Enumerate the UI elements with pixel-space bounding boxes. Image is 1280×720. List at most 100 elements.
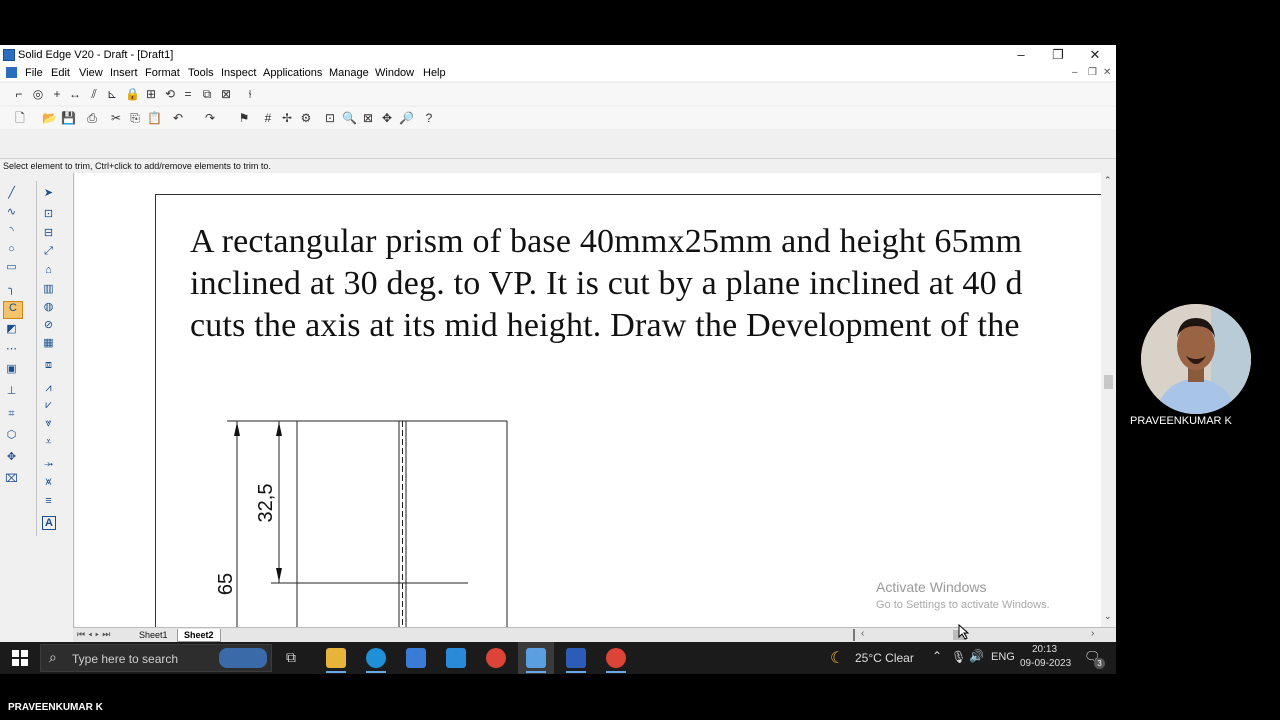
fill-tool-icon[interactable]: ◩ xyxy=(5,323,18,335)
circle-tool-icon[interactable]: ◎ xyxy=(31,87,45,101)
menu-format[interactable]: Format xyxy=(145,67,180,79)
fit-icon[interactable]: ⊠ xyxy=(361,111,375,125)
edge-browser-icon[interactable] xyxy=(366,648,386,668)
grid-tool-icon[interactable]: ⊠ xyxy=(219,87,233,101)
parallel-tool-icon[interactable]: ⫽ xyxy=(87,87,101,101)
undo-icon[interactable]: ↶ xyxy=(171,111,185,125)
chrome-icon[interactable] xyxy=(486,648,506,668)
dimension-65[interactable]: 65 xyxy=(215,573,237,595)
pattern-tool-icon[interactable]: ⋯ xyxy=(5,343,18,355)
redo-icon[interactable]: ↷ xyxy=(203,111,217,125)
leader-tool-icon[interactable]: ⩔ xyxy=(42,417,55,429)
chevron-up-icon[interactable]: ⌃ xyxy=(932,649,942,663)
menu-manage[interactable]: Manage xyxy=(329,67,369,79)
weld-tool-icon[interactable]: ⩘ xyxy=(42,382,55,394)
mdi-restore-button[interactable]: ❐ xyxy=(1088,67,1097,78)
relationship-tool-icon[interactable]: ⫮ xyxy=(243,87,257,101)
curve-tool-icon[interactable]: ∿ xyxy=(5,206,18,218)
datum-tool-icon[interactable]: ⩡ xyxy=(42,436,55,448)
move-tool-icon[interactable]: ✥ xyxy=(5,451,18,463)
zoom-dynamic-icon[interactable]: 🔎 xyxy=(399,111,414,125)
scroll-left-icon[interactable]: ‹ xyxy=(861,628,864,639)
highlight-icon[interactable]: ⚑ xyxy=(237,111,251,125)
sketch-tool-icon[interactable]: ◍ xyxy=(42,301,55,313)
text-tool-icon[interactable]: A xyxy=(42,516,56,530)
menu-tools[interactable]: Tools xyxy=(188,67,214,79)
open-folder-icon[interactable]: 📂 xyxy=(42,111,57,125)
symmetric-tool-icon[interactable]: ⧉ xyxy=(200,87,214,101)
horizontal-tool-icon[interactable]: ↔ xyxy=(68,87,82,101)
vertical-scroll-thumb[interactable] xyxy=(1104,375,1113,389)
fillet-tool-icon[interactable]: ╮ xyxy=(5,283,18,295)
line-tool-icon[interactable]: ╱ xyxy=(5,187,18,199)
callout-tool-icon[interactable]: ⧈ xyxy=(42,359,55,371)
help-pointer-icon[interactable]: ? xyxy=(422,111,436,125)
mdi-close-button[interactable]: ✕ xyxy=(1103,67,1111,78)
cut-icon[interactable]: ✂ xyxy=(109,111,123,125)
weather-text[interactable]: 25°C Clear xyxy=(855,651,914,665)
close-button[interactable]: ✕ xyxy=(1078,45,1112,65)
zone-tool-icon[interactable]: ⊘ xyxy=(42,319,55,331)
chrome-second-icon[interactable] xyxy=(606,648,626,668)
connect-tool-icon[interactable]: ⊞ xyxy=(144,87,158,101)
chain-tool-icon[interactable]: ⤞ xyxy=(42,458,55,470)
surface-tool-icon[interactable]: ⩗ xyxy=(42,399,55,411)
menu-file[interactable]: File xyxy=(25,67,43,79)
restore-button[interactable]: ❐ xyxy=(1041,45,1075,65)
tab-sheet2[interactable]: Sheet2 xyxy=(177,629,221,642)
rectangle-tool-icon[interactable]: ▭ xyxy=(5,261,18,273)
perpendicular-tool-icon[interactable]: ⊾ xyxy=(105,87,119,101)
view-tool-icon[interactable]: ⊡ xyxy=(42,208,55,220)
copy-icon[interactable]: ⎘ xyxy=(128,111,142,125)
menu-edit[interactable]: Edit xyxy=(51,67,70,79)
speaker-icon[interactable]: 🔊 xyxy=(969,649,984,663)
tab-sheet1[interactable]: Sheet1 xyxy=(133,629,174,641)
zoom-area-icon[interactable]: ⊡ xyxy=(323,111,337,125)
menu-window[interactable]: Window xyxy=(375,67,414,79)
symbol-tool-icon[interactable]: ⌗ xyxy=(5,408,18,420)
part-view-icon[interactable]: ⌂ xyxy=(42,264,55,276)
mail-icon[interactable] xyxy=(446,648,466,668)
store-icon[interactable] xyxy=(406,648,426,668)
menu-insert[interactable]: Insert xyxy=(110,67,138,79)
new-file-icon[interactable]: 🗋 xyxy=(13,111,27,125)
detail-tool-icon[interactable]: ⤢ xyxy=(42,245,55,257)
grid-icon[interactable]: # xyxy=(261,111,275,125)
dimension-32-5[interactable]: 32,5 xyxy=(255,484,277,523)
zoom-icon[interactable]: 🔍 xyxy=(342,111,357,125)
arc-tool-icon[interactable]: ◝ xyxy=(5,225,18,237)
settings-grid-icon[interactable]: ⚙ xyxy=(299,111,313,125)
pan-icon[interactable]: ✥ xyxy=(380,111,394,125)
menu-applications[interactable]: Applications xyxy=(263,67,322,79)
clock-date[interactable]: 09-09-2023 xyxy=(1020,658,1071,669)
windows-start-icon[interactable] xyxy=(12,650,28,666)
microphone-icon[interactable]: 🎙 xyxy=(951,650,966,664)
plus-tool-icon[interactable]: + xyxy=(50,87,64,101)
moon-weather-icon[interactable]: ☾ xyxy=(830,648,844,668)
drawing-canvas[interactable]: A rectangular prism of base 40mmx25mm an… xyxy=(75,173,1101,627)
menu-view[interactable]: View xyxy=(79,67,103,79)
sheet-nav-arrows-icon[interactable]: ⏮◂▸⏭ xyxy=(77,629,113,640)
block-tool-icon[interactable]: ▣ xyxy=(5,363,18,375)
table-tool-icon[interactable]: ▦ xyxy=(42,337,55,349)
flag-tool-icon[interactable]: ⩙ xyxy=(42,476,55,488)
paste-icon[interactable]: 📋 xyxy=(147,111,162,125)
solid-edge-taskbar-icon[interactable] xyxy=(526,648,546,668)
save-icon[interactable]: 💾 xyxy=(61,111,76,125)
task-view-icon[interactable]: ⧉ xyxy=(286,649,296,666)
vertical-scrollbar[interactable]: ⌃ ⌄ xyxy=(1101,173,1116,627)
language-indicator[interactable]: ENG xyxy=(991,651,1015,663)
equal-tool-icon[interactable]: = xyxy=(181,87,195,101)
mdi-minimize-button[interactable]: – xyxy=(1072,67,1078,78)
scroll-up-icon[interactable]: ⌃ xyxy=(1104,175,1112,186)
section-tool-icon[interactable]: ⊟ xyxy=(42,227,55,239)
menu-inspect[interactable]: Inspect xyxy=(221,67,256,79)
menu-help[interactable]: Help xyxy=(423,67,446,79)
scroll-right-icon[interactable]: › xyxy=(1091,628,1094,639)
trim-tool-icon[interactable]: C xyxy=(3,301,23,319)
clock-time[interactable]: 20:13 xyxy=(1032,644,1057,655)
draft-app-icon[interactable] xyxy=(566,648,586,668)
scroll-down-icon[interactable]: ⌄ xyxy=(1104,611,1112,622)
taskbar-search-box[interactable]: ⌕ Type here to search xyxy=(40,644,272,672)
dimension-tool-icon[interactable]: ⊥ xyxy=(5,385,18,397)
